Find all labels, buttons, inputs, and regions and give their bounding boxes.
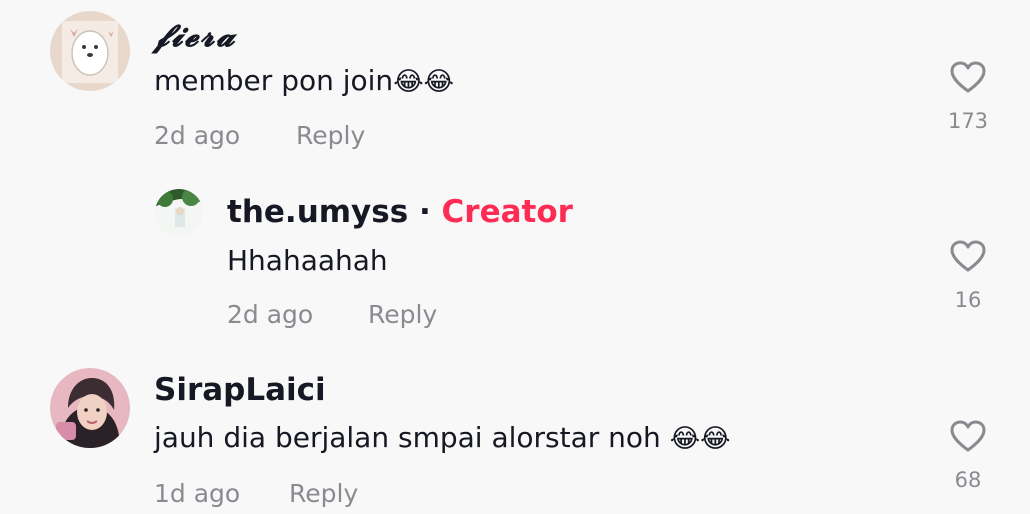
- comment-item: 𝓯𝓲𝓮𝓻𝓪 member pon join😂😂 2d ago Reply 173: [0, 0, 1030, 170]
- heart-outline-icon[interactable]: [949, 239, 987, 273]
- reply-timestamp: 2d ago: [227, 300, 314, 329]
- laughing-emoji: 😂😂: [669, 424, 731, 454]
- like-count: 68: [954, 468, 982, 492]
- comment-text-body: jauh dia berjalan smpai alorstar noh: [154, 421, 670, 454]
- avatar[interactable]: [50, 368, 130, 448]
- comment-timestamp: 2d ago: [154, 121, 241, 150]
- separator-dot: ·: [418, 194, 431, 230]
- comment-item: SirapLaici jauh dia berjalan smpai alors…: [0, 350, 1030, 514]
- like-count: 16: [954, 288, 982, 312]
- like-count: 173: [947, 109, 989, 133]
- like-group: 173: [938, 60, 998, 134]
- comment-reply-item: the.umyss · Creator Hhahaahah 2d ago Rep…: [0, 170, 1030, 350]
- comment-text: jauh dia berjalan smpai alorstar noh 😂😂: [154, 421, 730, 456]
- like-group: 68: [938, 419, 998, 493]
- comment-text-body: member pon join: [154, 64, 394, 97]
- like-group: 16: [938, 239, 998, 313]
- comment-timestamp: 1d ago: [154, 479, 241, 508]
- laughing-emoji: 😂😂: [393, 67, 454, 97]
- heart-outline-icon[interactable]: [949, 419, 987, 453]
- comment-text: member pon join😂😂: [154, 64, 454, 99]
- reply-text: Hhahaahah: [227, 244, 388, 277]
- reply-username-text[interactable]: the.umyss: [227, 194, 408, 230]
- reply-button[interactable]: Reply: [289, 479, 358, 509]
- reply-button[interactable]: Reply: [368, 300, 437, 330]
- creator-badge: Creator: [441, 194, 573, 230]
- reply-button[interactable]: Reply: [296, 121, 365, 151]
- reply-username: the.umyss · Creator: [227, 194, 573, 230]
- avatar[interactable]: [50, 11, 130, 91]
- comment-username[interactable]: 𝓯𝓲𝓮𝓻𝓪: [154, 18, 237, 54]
- avatar[interactable]: [155, 189, 203, 237]
- heart-outline-icon[interactable]: [949, 60, 987, 94]
- comment-username[interactable]: SirapLaici: [154, 372, 326, 408]
